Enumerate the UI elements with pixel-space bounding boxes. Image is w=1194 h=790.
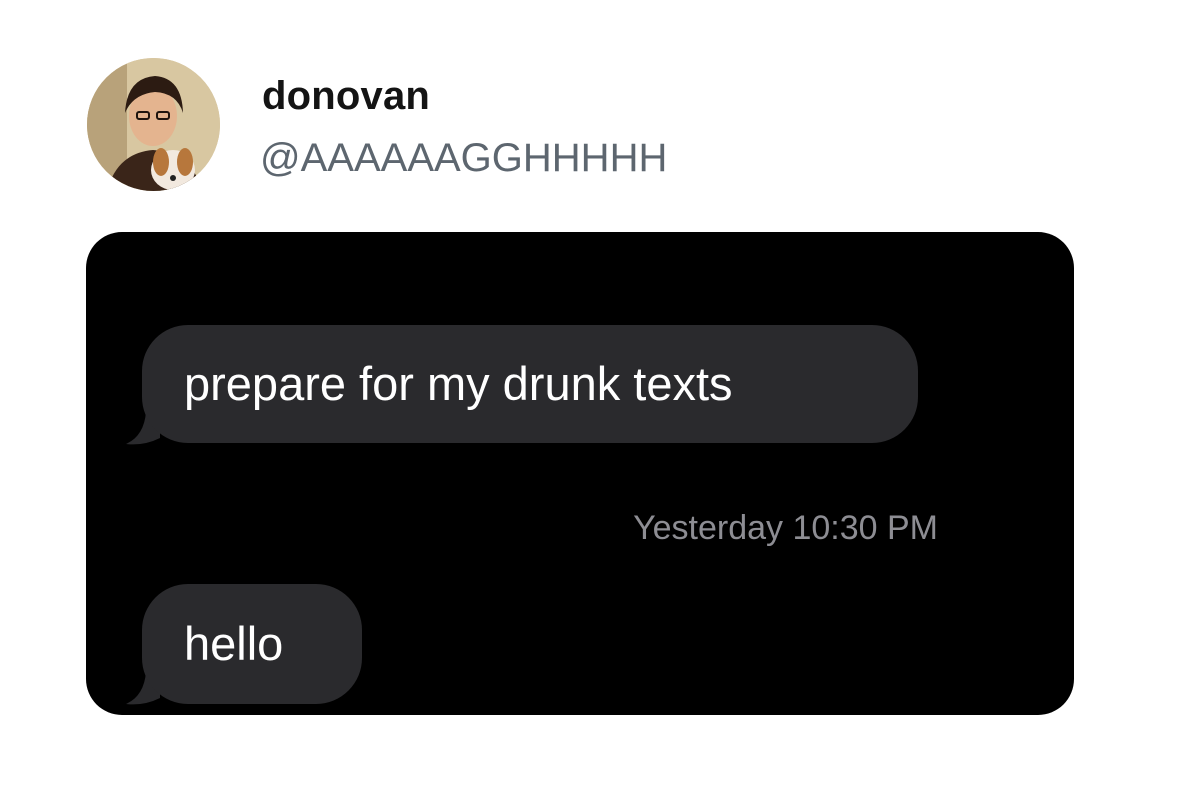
message-text: hello	[184, 617, 284, 670]
display-name[interactable]: donovan	[262, 74, 430, 119]
user-handle[interactable]: @AAAAAAGGHHHHH	[260, 136, 667, 181]
message-bubble[interactable]: prepare for my drunk texts	[142, 325, 918, 443]
message-bubble[interactable]: hello	[142, 584, 362, 704]
avatar[interactable]	[87, 58, 220, 191]
message-timestamp: Yesterday 10:30 PM	[633, 509, 938, 547]
message-screenshot: prepare for my drunk texts Yesterday 10:…	[86, 232, 1074, 715]
message-text: prepare for my drunk texts	[184, 357, 733, 410]
avatar-photo	[87, 58, 220, 191]
